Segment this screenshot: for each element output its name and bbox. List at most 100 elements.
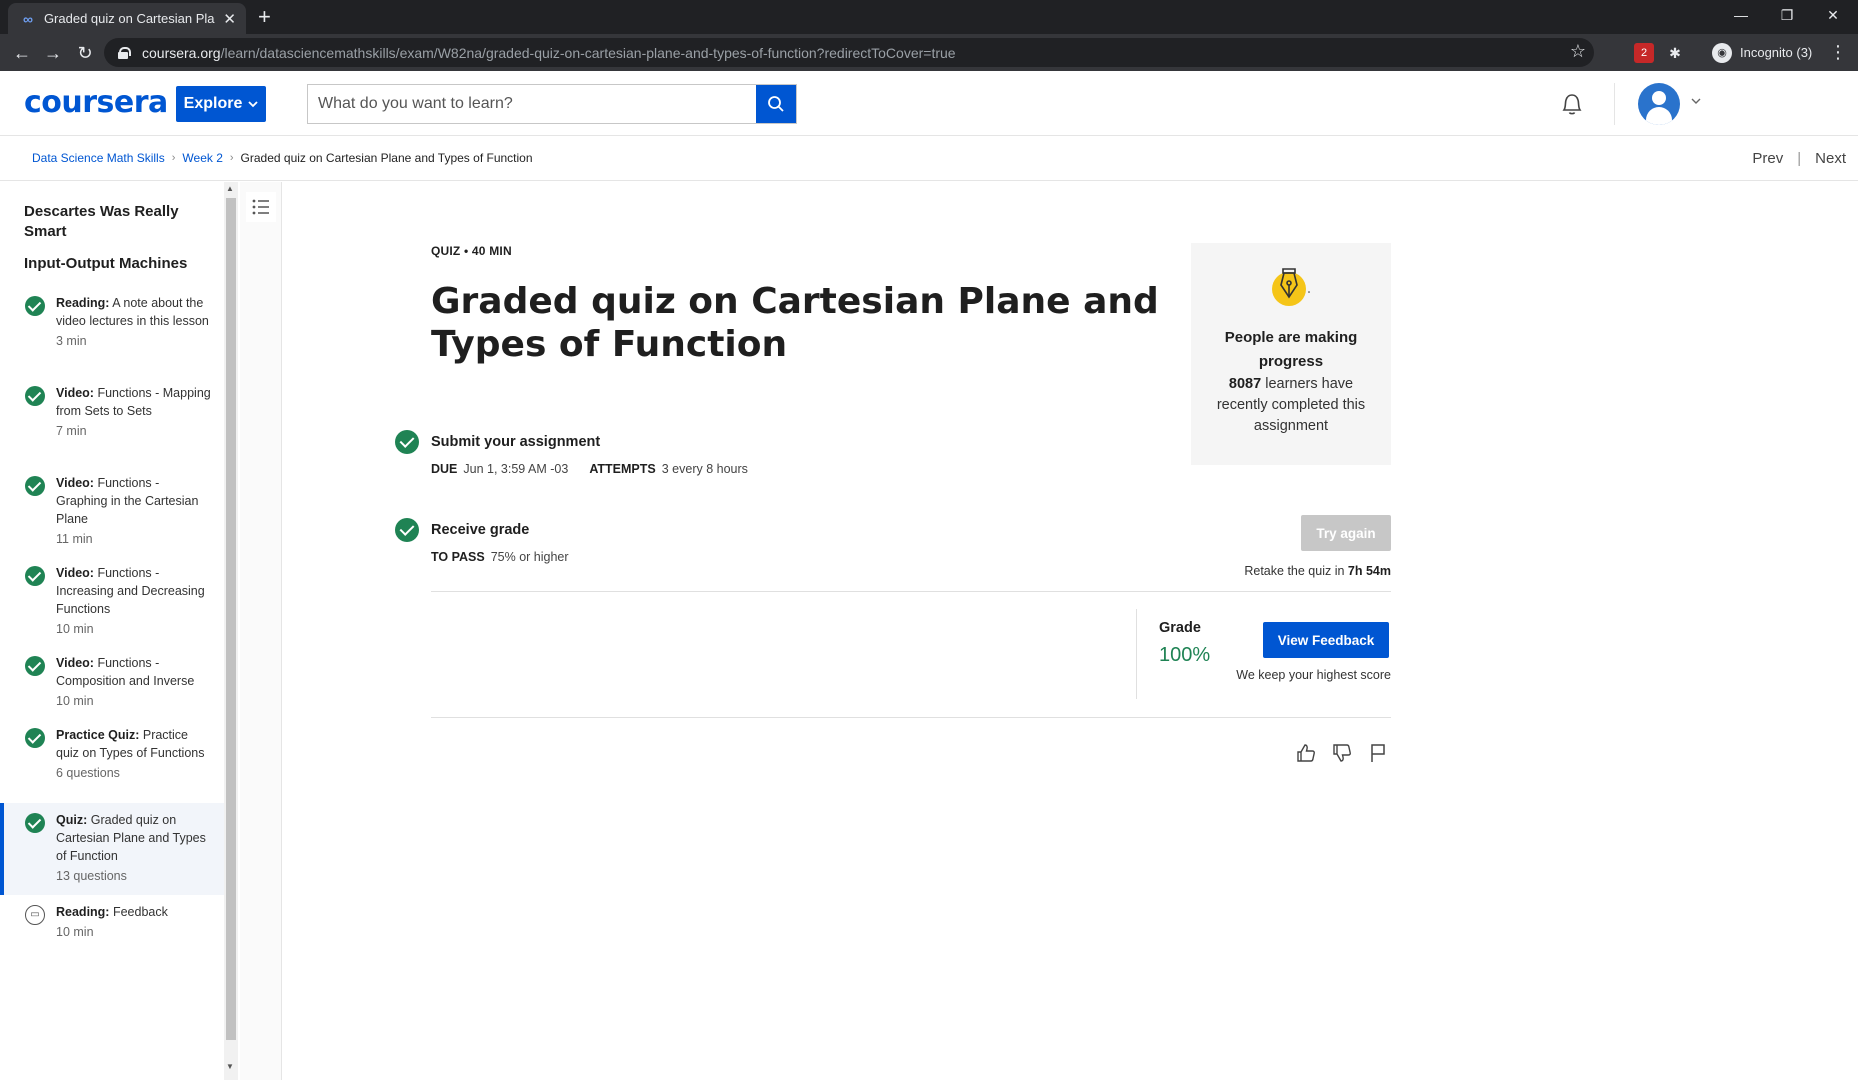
- completed-check-icon: [25, 476, 45, 496]
- coursera-logo[interactable]: coursera: [24, 85, 168, 120]
- due-value: Jun 1, 3:59 AM -03: [463, 462, 569, 476]
- explore-label: Explore: [183, 95, 243, 112]
- grade-label: Grade: [1159, 620, 1201, 636]
- window-close-icon[interactable]: ✕: [1810, 0, 1856, 30]
- learner-count: 8087: [1228, 376, 1262, 392]
- browser-menu-icon[interactable]: ⋮: [1829, 42, 1847, 63]
- item-meta: 7 min: [56, 424, 87, 438]
- attempts-value: 3 every 8 hours: [661, 462, 748, 476]
- forward-icon[interactable]: →: [41, 41, 65, 65]
- back-icon[interactable]: ←: [10, 41, 34, 65]
- tab-title: Graded quiz on Cartesian Plane a: [43, 11, 215, 26]
- retake-prefix: Retake the quiz in: [1244, 564, 1345, 578]
- breadcrumb-week[interactable]: Week 2: [182, 151, 222, 165]
- completed-check-icon: [25, 566, 45, 586]
- sidebar-item-active[interactable]: Quiz: Graded quiz on Cartesian Plane and…: [0, 803, 224, 895]
- progress-card: People are making progress 8087 learners…: [1191, 243, 1391, 465]
- grade-divider: [1136, 609, 1137, 699]
- explore-button[interactable]: Explore: [176, 86, 266, 122]
- retake-note: Retake the quiz in 7h 54m: [1244, 564, 1391, 578]
- submit-meta: DUE Jun 1, 3:59 AM -03 ATTEMPTS 3 every 8 …: [431, 462, 748, 476]
- browser-tab[interactable]: ∞ Graded quiz on Cartesian Plane a ✕: [8, 3, 246, 34]
- section-divider: [431, 591, 1391, 592]
- breadcrumb-bar: Data Science Math Skills › Week 2 › Grad…: [0, 137, 1858, 181]
- search-button[interactable]: [756, 85, 796, 123]
- sidebar-item[interactable]: Reading: A note about the video lectures…: [0, 286, 224, 356]
- outline-toggle-button[interactable]: [246, 192, 276, 222]
- restore-icon[interactable]: ❐: [1764, 0, 1810, 30]
- completed-check-icon: [395, 518, 419, 542]
- minimize-icon[interactable]: —: [1718, 0, 1764, 30]
- prev-link[interactable]: Prev: [1752, 150, 1783, 167]
- tab-close-icon[interactable]: ✕: [223, 10, 236, 28]
- item-type: Reading:: [56, 296, 110, 310]
- highest-score-note: We keep your highest score: [1236, 668, 1391, 682]
- reload-icon[interactable]: ↻: [73, 41, 97, 65]
- sidebar-item[interactable]: Video: Functions - Mapping from Sets to …: [0, 376, 224, 446]
- main-content: QUIZ • 40 MIN Graded quiz on Cartesian P…: [283, 182, 1858, 1080]
- completed-check-icon: [25, 386, 45, 406]
- new-tab-button[interactable]: +: [258, 4, 271, 30]
- item-type: Quiz:: [56, 813, 88, 827]
- outline-toggle-column: [240, 182, 282, 1080]
- section-divider: [431, 717, 1391, 718]
- url-path: /learn/datasciencemathskills/exam/W82na/…: [220, 44, 956, 61]
- sidebar-item[interactable]: Video: Functions - Graphing in the Carte…: [0, 466, 224, 554]
- retake-time: 7h 54m: [1347, 564, 1391, 578]
- completed-check-icon: [395, 430, 419, 454]
- browser-toolbar: ← → ↻ coursera.org/learn/datasciencemath…: [0, 34, 1858, 71]
- breadcrumb-course[interactable]: Data Science Math Skills: [32, 151, 165, 165]
- lock-icon: [118, 46, 131, 59]
- search-icon: [768, 96, 784, 112]
- adblock-extension-icon[interactable]: 2: [1634, 43, 1654, 63]
- item-meta: 3 min: [56, 334, 87, 348]
- item-meta: 10 min: [56, 694, 94, 708]
- lesson-heading: Input-Output Machines: [24, 255, 188, 272]
- incognito-label: Incognito (3): [1740, 45, 1813, 60]
- address-bar[interactable]: coursera.org/learn/datasciencemathskills…: [104, 38, 1594, 67]
- flag-icon[interactable]: [1367, 742, 1389, 764]
- search-bar: [307, 84, 797, 124]
- chevron-down-icon[interactable]: [1690, 95, 1702, 107]
- quiz-label: QUIZ • 40 MIN: [431, 244, 512, 258]
- notification-bell-icon[interactable]: [1560, 91, 1584, 117]
- avatar[interactable]: [1638, 83, 1680, 125]
- browser-tab-bar: ∞ Graded quiz on Cartesian Plane a ✕ + —…: [0, 0, 1858, 34]
- sidebar-item[interactable]: Practice Quiz: Practice quiz on Types of…: [0, 718, 224, 788]
- sidebar-scrollbar-thumb[interactable]: [226, 198, 236, 1040]
- chevron-right-icon: ›: [171, 152, 176, 164]
- prev-next-nav: Prev | Next: [1752, 150, 1846, 167]
- coursera-favicon-icon: ∞: [22, 10, 33, 27]
- sidebar-item[interactable]: Video: Functions - Composition and Inver…: [0, 646, 224, 716]
- scroll-down-icon[interactable]: ▼: [226, 1062, 234, 1071]
- item-type: Reading:: [56, 905, 110, 919]
- item-meta: 6 questions: [56, 766, 120, 780]
- search-input[interactable]: [308, 85, 756, 123]
- try-again-button[interactable]: Try again: [1301, 515, 1391, 551]
- progress-card-text: 8087 learners have recently completed th…: [1191, 374, 1391, 437]
- nav-separator: |: [1797, 150, 1802, 167]
- scroll-up-icon[interactable]: ▲: [226, 184, 234, 193]
- pass-meta: TO PASS 75% or higher: [431, 550, 569, 564]
- feedback-actions: [1295, 742, 1389, 764]
- view-feedback-button[interactable]: View Feedback: [1263, 622, 1389, 658]
- progress-card-title: People are making progress: [1224, 329, 1358, 370]
- thumbs-up-icon[interactable]: [1295, 742, 1317, 764]
- item-type: Video:: [56, 656, 94, 670]
- extension-icon[interactable]: ✱: [1665, 43, 1685, 63]
- extension-badge: 2: [1640, 47, 1648, 59]
- completed-check-icon: [25, 296, 45, 316]
- next-link[interactable]: Next: [1815, 150, 1846, 167]
- grade-step-title: Receive grade: [431, 522, 530, 538]
- pass-label: TO PASS: [431, 550, 485, 564]
- completed-check-icon: [25, 728, 45, 748]
- url-host: coursera.org: [142, 44, 221, 61]
- item-type: Video:: [56, 566, 94, 580]
- due-label: DUE: [431, 462, 458, 476]
- sidebar-item[interactable]: ▭ Reading: Feedback 10 min: [0, 895, 224, 947]
- bookmark-star-icon[interactable]: ☆: [1570, 41, 1586, 62]
- incognito-indicator[interactable]: ◉ Incognito (3): [1708, 40, 1822, 65]
- breadcrumb-current: Graded quiz on Cartesian Plane and Types…: [240, 151, 533, 165]
- thumbs-down-icon[interactable]: [1331, 742, 1353, 764]
- sidebar-item[interactable]: Video: Functions - Increasing and Decrea…: [0, 556, 224, 644]
